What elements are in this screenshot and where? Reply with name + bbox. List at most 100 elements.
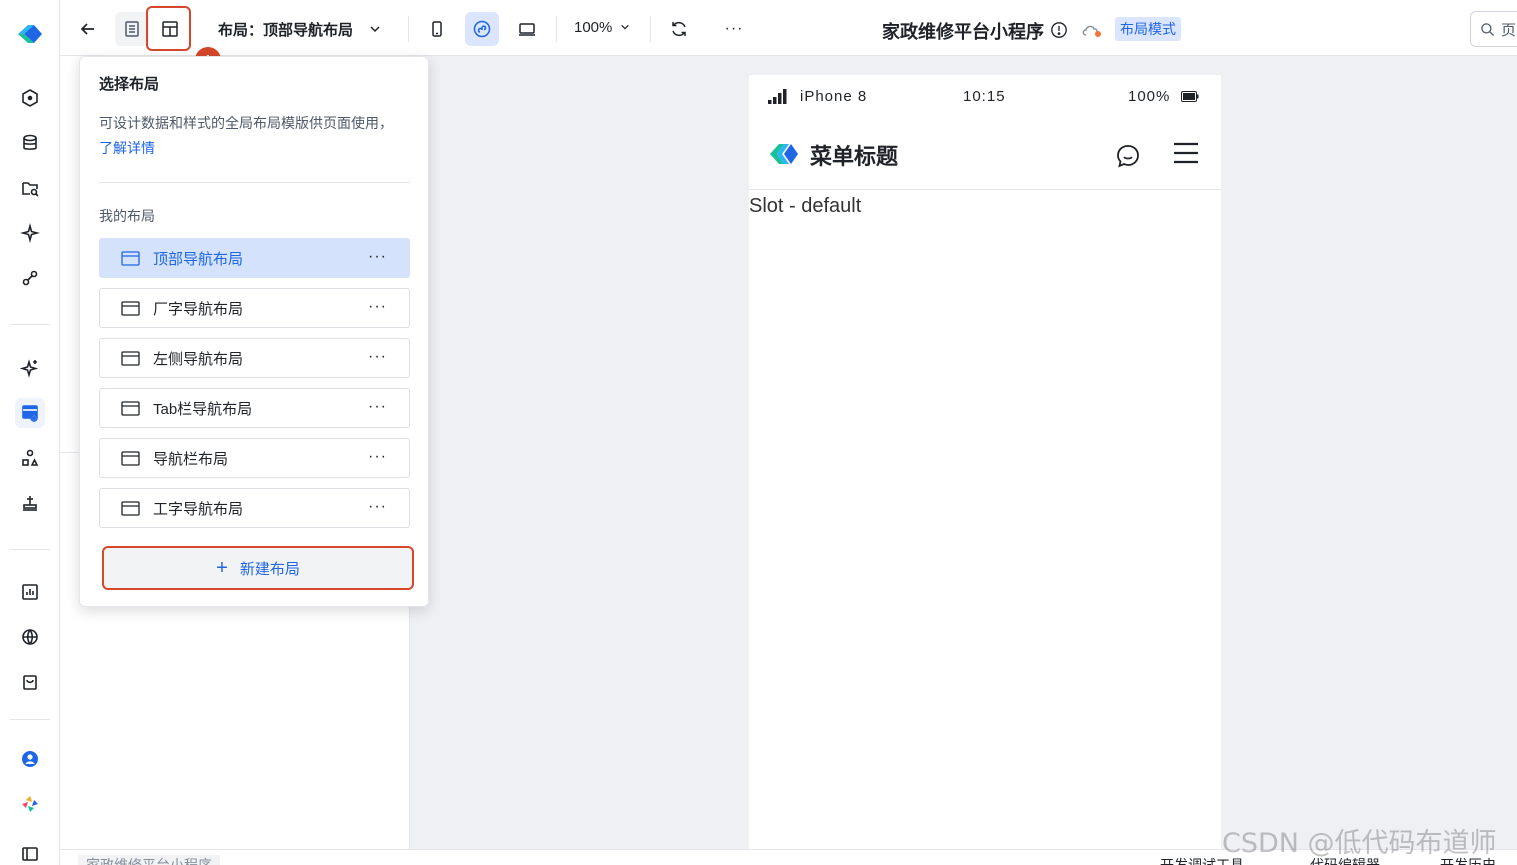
phone-navbar: 菜单标题	[749, 117, 1221, 190]
device-name: iPhone 8	[800, 88, 868, 105]
chevron-down-icon	[620, 24, 629, 30]
analytics-icon[interactable]	[15, 577, 45, 607]
components-icon[interactable]	[15, 443, 45, 473]
search-placeholder: 页	[1501, 21, 1517, 39]
more-options-icon[interactable]: ···	[368, 248, 387, 266]
chevron-down-icon	[369, 22, 381, 39]
new-layout-label: 新建布局	[239, 560, 300, 578]
layout-item-tab-nav[interactable]: Tab栏导航布局 ···	[99, 388, 410, 428]
mobile-icon	[432, 21, 442, 37]
chat-bubble-icon[interactable]	[1115, 143, 1141, 169]
layout-item-navbar[interactable]: 导航栏布局 ···	[99, 438, 410, 478]
cloud-status-icon	[1082, 25, 1101, 37]
layout-item-label: 导航栏布局	[153, 450, 229, 468]
connector-icon[interactable]	[15, 263, 45, 293]
cube-icon[interactable]	[15, 622, 45, 652]
layout-window-icon	[121, 450, 140, 466]
rail-divider	[10, 549, 50, 550]
highlight-box	[146, 6, 191, 51]
page-preview-icon[interactable]	[15, 398, 45, 428]
user-avatar-icon[interactable]	[15, 744, 45, 774]
popup-title: 选择布局	[99, 76, 160, 93]
popup-divider	[99, 182, 410, 183]
layout-mode-tag: 布局模式	[1115, 17, 1181, 41]
refresh-icon	[672, 21, 686, 37]
toolbar-divider	[408, 16, 409, 42]
rail-divider	[10, 324, 50, 325]
publish-icon[interactable]	[15, 488, 45, 518]
layout-selector[interactable]: 布局：顶部导航布局	[218, 19, 381, 40]
miniprogram-view-button[interactable]	[465, 12, 499, 46]
hexagon-icon[interactable]	[15, 83, 45, 113]
layout-select-popup: 选择布局 可设计数据和样式的全局布局模版供页面使用， 了解详情 我的布局 顶部导航…	[79, 56, 429, 607]
more-options-icon[interactable]: ···	[368, 398, 387, 416]
popup-description: 可设计数据和样式的全局布局模版供页面使用， 了解详情	[99, 111, 399, 161]
left-rail	[0, 0, 60, 865]
toolbar-divider	[556, 16, 557, 42]
popup-description-text: 可设计数据和样式的全局布局模版供页面使用，	[99, 115, 393, 131]
ai-sparkle-icon[interactable]	[15, 353, 45, 383]
app-title: 家政维修平台小程序	[882, 18, 1044, 44]
layout-item-left-nav[interactable]: 左侧导航布局 ···	[99, 338, 410, 378]
layout-window-icon	[121, 300, 140, 316]
plus-icon: +	[216, 557, 228, 579]
signal-icon	[768, 89, 787, 104]
slot-placeholder: Slot - default	[749, 195, 862, 217]
search-icon	[1481, 22, 1494, 36]
battery-icon	[1181, 91, 1199, 102]
zoom-value: 100%	[574, 19, 613, 36]
layout-window-icon	[121, 500, 140, 516]
bottom-breadcrumb[interactable]: 家政维修平台小程序	[78, 855, 220, 865]
layout-item-chang-nav[interactable]: 厂字导航布局 ···	[99, 288, 410, 328]
page-search-input[interactable]: 页	[1470, 11, 1517, 47]
sparkle-icon[interactable]	[15, 218, 45, 248]
panel-divider	[60, 452, 80, 453]
mobile-view-button[interactable]	[420, 12, 454, 46]
desktop-view-button[interactable]	[510, 12, 544, 46]
more-options-button[interactable]: ···	[717, 12, 751, 46]
store-icon[interactable]	[15, 667, 45, 697]
app-title-text: 家政维修平台小程序	[882, 22, 1044, 42]
top-toolbar: 1 布局：顶部导航布局 100% ··· 家政维修平台小程序 布局模式 页	[60, 0, 1517, 73]
arrow-left-icon	[80, 23, 94, 35]
new-layout-button[interactable]: + 新建布局	[102, 546, 414, 590]
layout-item-label: 左侧导航布局	[153, 350, 244, 368]
page-mode-button[interactable]	[115, 12, 149, 46]
zoom-selector[interactable]: 100%	[574, 19, 630, 36]
layout-item-label: Tab栏导航布局	[153, 400, 253, 418]
more-options-icon[interactable]: ···	[368, 448, 387, 466]
more-options-icon[interactable]: ···	[368, 348, 387, 366]
layout-item-label: 厂字导航布局	[153, 300, 244, 318]
layout-item-label: 顶部导航布局	[153, 250, 244, 268]
toolbar-divider	[650, 16, 651, 42]
document-icon	[125, 21, 139, 37]
layout-window-icon	[121, 350, 140, 366]
database-icon[interactable]	[15, 128, 45, 158]
layout-window-icon	[121, 250, 140, 266]
desktop-icon	[519, 23, 535, 36]
rail-divider	[10, 719, 50, 720]
learn-more-link[interactable]: 了解详情	[99, 140, 155, 156]
refresh-button[interactable]	[662, 12, 696, 46]
layout-selector-label: 布局：顶部导航布局	[218, 22, 354, 39]
info-icon[interactable]	[1050, 21, 1068, 39]
watermark: CSDN @低代码布道师	[1222, 828, 1497, 859]
collapse-sidebar-icon[interactable]	[15, 839, 45, 865]
more-options-icon[interactable]: ···	[368, 298, 387, 316]
hamburger-menu-icon[interactable]	[1172, 141, 1200, 165]
phone-preview: iPhone 8 10:15 100% 菜单标题 Slot - default	[749, 75, 1221, 865]
miniprogram-icon	[473, 20, 491, 38]
battery-percent: 100%	[1128, 88, 1171, 105]
layout-item-top-nav[interactable]: 顶部导航布局 ···	[99, 238, 410, 278]
back-button[interactable]	[71, 12, 105, 46]
more-options-icon[interactable]: ···	[368, 498, 387, 516]
phone-status-bar: iPhone 8 10:15 100%	[749, 75, 1221, 117]
folder-search-icon[interactable]	[15, 173, 45, 203]
colorful-star-icon[interactable]	[15, 789, 45, 819]
app-logo-icon	[18, 25, 42, 43]
layout-window-icon	[121, 400, 140, 416]
my-layouts-label: 我的布局	[99, 208, 155, 224]
brand-logo-icon	[770, 144, 798, 164]
status-time: 10:15	[963, 88, 1006, 105]
layout-item-gong-nav[interactable]: 工字导航布局 ···	[99, 488, 410, 528]
